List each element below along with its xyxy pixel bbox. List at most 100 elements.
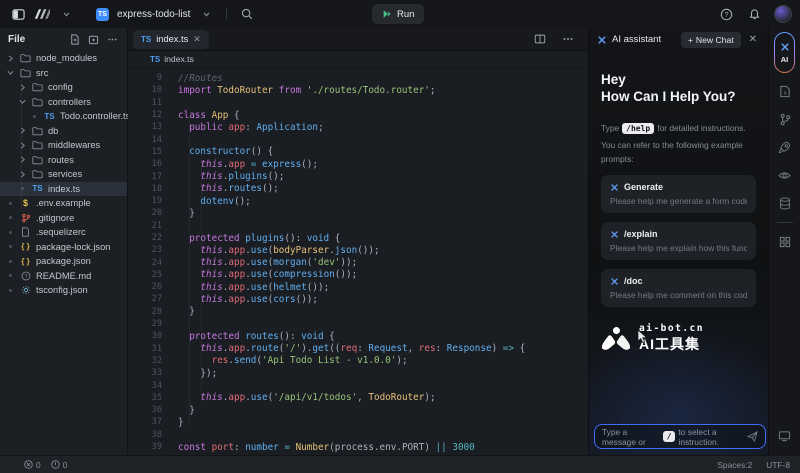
code-line-9[interactable]: 9//Routes [128,72,588,84]
monitor-icon[interactable] [774,426,796,445]
project-name[interactable]: express-todo-list [117,9,190,20]
warnings-indicator[interactable]: 0 [51,460,68,470]
editor-more-icon[interactable] [560,31,576,47]
workspace-chevron-icon[interactable] [58,6,74,22]
file-tree-item-controllers[interactable]: controllers [0,95,127,110]
code-line-20[interactable]: 20 } [128,207,588,219]
indentation-setting[interactable]: Spaces:2 [717,460,752,470]
tab-close-icon[interactable]: ✕ [193,34,201,45]
file-tree-item--env-example[interactable]: $.env.example [0,196,127,211]
file-tree-item-services[interactable]: services [0,167,127,182]
code-line-37[interactable]: 37} [128,416,588,428]
code-line-22[interactable]: 22 protected plugins(): void { [128,232,588,244]
code-area[interactable]: 9//Routes10import TodoRouter from './rou… [128,68,588,453]
code-line-10[interactable]: 10import TodoRouter from './routes/Todo.… [128,84,588,96]
rocket-icon[interactable] [774,138,796,157]
code-line-24[interactable]: 24 this.app.use(morgan('dev')); [128,256,588,268]
chevron-right-icon[interactable] [18,84,27,91]
code-line-27[interactable]: 27 this.app.use(cors()); [128,293,588,305]
file-tree-item--sequelizerc[interactable]: .sequelizerc [0,225,127,240]
code-line-26[interactable]: 26 this.app.use(helmet()); [128,281,588,293]
file-tree-item-todo-controller-ts[interactable]: TSTodo.controller.ts [0,109,127,124]
code-line-15[interactable]: 15 constructor() { [128,146,588,158]
line-number: 24 [128,258,162,268]
code-line-18[interactable]: 18 this.routes(); [128,183,588,195]
file-tree-item-src[interactable]: src [0,66,127,81]
file-tree-item-node-modules[interactable]: node_modules [0,51,127,66]
prompt-card-doc[interactable]: /docPlease help me comment on this code. [601,269,756,307]
send-message-icon[interactable] [747,431,758,442]
user-avatar[interactable] [774,5,792,23]
split-editor-icon[interactable] [532,31,548,47]
prompt-card-generate[interactable]: GeneratePlease help me generate a form c… [601,175,756,213]
code-line-38[interactable]: 38 [128,429,588,441]
file-tree-item-middlewares[interactable]: middlewares [0,138,127,153]
code-line-33[interactable]: 33 }); [128,367,588,379]
notifications-bell-icon[interactable] [746,6,762,22]
explorer-more-icon[interactable] [105,33,119,47]
database-icon[interactable] [774,194,796,213]
code-line-25[interactable]: 25 this.app.use(compression()); [128,269,588,281]
chevron-right-icon[interactable] [6,55,15,62]
chevron-right-icon[interactable] [18,127,27,134]
chevron-down-icon[interactable] [6,69,15,76]
file-tree-item-config[interactable]: config [0,80,127,95]
file-tree-item-index-ts[interactable]: TSindex.ts [0,182,127,197]
code-line-36[interactable]: 36 } [128,404,588,416]
code-line-32[interactable]: 32 res.send('Api Todo List - v1.0.0'); [128,355,588,367]
file-tree-item--gitignore[interactable]: .gitignore [0,211,127,226]
file-tree-item-package-json[interactable]: { }package.json [0,254,127,269]
chevron-right-icon[interactable] [18,142,27,149]
file-tree-item-db[interactable]: db [0,124,127,139]
new-chat-button[interactable]: + New Chat [681,32,741,48]
file-tree-item-tsconfig-json[interactable]: tsconfig.json [0,283,127,298]
ai-refer-text: You can refer to the following example p… [601,138,756,166]
breadcrumb[interactable]: TS index.ts [128,51,588,68]
code-line-29[interactable]: 29 [128,318,588,330]
code-line-19[interactable]: 19 dotenv(); [128,195,588,207]
help-command-chip[interactable]: /help [622,123,654,134]
code-line-35[interactable]: 35 this.app.use('/api/v1/todos', TodoRou… [128,392,588,404]
apps-grid-icon[interactable] [774,232,796,251]
code-line-13[interactable]: 13 public app: Application; [128,121,588,133]
chevron-down-icon[interactable] [18,98,27,105]
chevron-right-icon[interactable] [18,156,27,163]
file-label: .sequelizerc [36,227,86,237]
tab-index-ts[interactable]: TS index.ts ✕ [133,30,209,49]
app-logo-icon[interactable] [34,6,50,22]
code-line-11[interactable]: 11 [128,97,588,109]
chat-input[interactable]: Type a message or / to select a instruct… [594,424,766,449]
run-button[interactable]: Run [372,4,424,24]
new-chat-label: New Chat [696,35,734,45]
file-tree-item-readme-md[interactable]: ?README.md [0,269,127,284]
new-folder-icon[interactable] [86,33,100,47]
git-branch-icon[interactable] [774,110,796,129]
code-line-23[interactable]: 23 this.app.use(bodyParser.json()); [128,244,588,256]
sidebar-toggle-icon[interactable] [10,6,26,22]
encoding-setting[interactable]: UTF-8 [766,460,790,470]
ai-panel-close-icon[interactable]: ✕ [746,34,760,45]
search-icon[interactable] [239,6,255,22]
prompt-card-explain[interactable]: /explainPlease help me explain how this … [601,222,756,260]
code-line-28[interactable]: 28 } [128,306,588,318]
code-line-30[interactable]: 30 protected routes(): void { [128,330,588,342]
rail-ai-assistant-button[interactable]: AI [774,32,795,73]
new-file-icon[interactable] [67,33,81,47]
help-icon[interactable]: ? [718,6,734,22]
document-icon[interactable]: a [774,82,796,101]
code-line-39[interactable]: 39const port: number = Number(process.en… [128,441,588,453]
errors-indicator[interactable]: 0 [24,460,41,470]
file-tree-item-routes[interactable]: routes [0,153,127,168]
file-tree-item-package-lock-json[interactable]: { }package-lock.json [0,240,127,255]
eye-icon[interactable] [774,166,796,185]
code-line-21[interactable]: 21 [128,220,588,232]
prompt-title: Generate [624,182,663,192]
code-line-17[interactable]: 17 this.plugins(); [128,170,588,182]
code-line-31[interactable]: 31 this.app.route('/').get((req: Request… [128,343,588,355]
code-line-12[interactable]: 12class App { [128,109,588,121]
code-line-34[interactable]: 34 [128,379,588,391]
project-chevron-icon[interactable] [198,6,214,22]
code-line-14[interactable]: 14 [128,133,588,145]
code-line-16[interactable]: 16 this.app = express(); [128,158,588,170]
chevron-right-icon[interactable] [18,171,27,178]
